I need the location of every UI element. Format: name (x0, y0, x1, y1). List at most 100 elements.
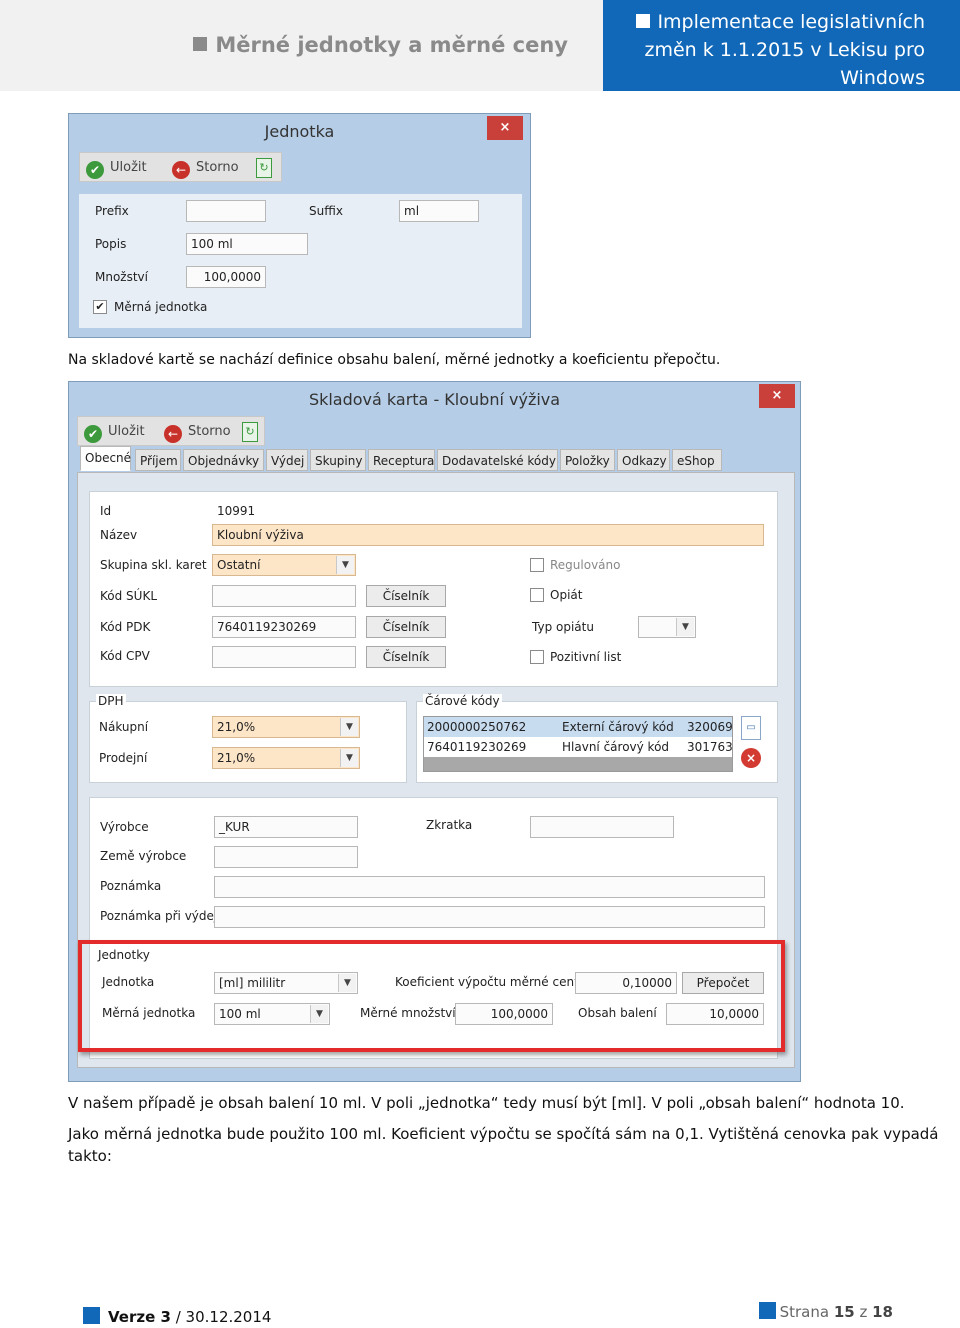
zeme-label: Země výrobce (100, 849, 187, 863)
prefix-label: Prefix (95, 204, 129, 218)
tab-obecne[interactable]: Obecné (80, 446, 131, 471)
id-value: 10991 (217, 504, 256, 518)
barcode-type: Externí čárový kód (562, 720, 674, 734)
pozitivni-list-checkbox[interactable] (530, 650, 544, 664)
new-document-icon[interactable]: ▭ (741, 716, 761, 740)
window-title: Skladová karta - Kloubní výživa (308, 390, 561, 409)
prodejni-select[interactable]: 21,0% ▼ (212, 747, 360, 769)
mnozstvi-field[interactable]: 100,0000 (186, 266, 266, 288)
window-title: Jednotka (264, 122, 335, 141)
cpv-field[interactable] (212, 646, 356, 668)
dph-group: DPH Nákupní 21,0% ▼ Prodejní 21,0% ▼ (89, 694, 407, 783)
barcode-code: 7640119230269 (427, 740, 527, 754)
footer-version: Verze 3 / 30.12.2014 (83, 1307, 271, 1326)
toolbar: ✔ Uložit ← Storno ↻ (79, 152, 282, 182)
version-label: Verze 3 (108, 1308, 171, 1326)
mnozstvi-label: Množství (95, 270, 148, 284)
nazev-field[interactable]: Kloubní výživa (212, 524, 764, 546)
tab-odkazy[interactable]: Odkazy (617, 449, 670, 471)
zeme-field[interactable] (214, 846, 358, 868)
close-button[interactable]: × (487, 116, 523, 140)
tab-bar: Obecné Příjem Objednávky Výdej Skupiny R… (77, 446, 793, 472)
refresh-icon[interactable]: ↻ (256, 158, 272, 178)
tab-polozky[interactable]: Položky (560, 449, 615, 471)
vyrobce-field[interactable]: _KUR (214, 816, 358, 838)
check-icon: ✔ (84, 425, 102, 443)
chevron-down-icon[interactable]: ▼ (340, 749, 358, 767)
merna-jednotka-checkbox[interactable]: ✔ (93, 300, 107, 314)
footer-page: Strana 15 z 18 (758, 1302, 893, 1321)
barcode-num: 301763 (687, 740, 733, 754)
barcode-type: Hlavní čárový kód (562, 740, 670, 754)
table-row[interactable]: 2000000250762 Externí čárový kód 320069 (424, 717, 733, 737)
popis-label: Popis (95, 237, 127, 251)
prodejni-label: Prodejní (99, 751, 148, 765)
cancel-button[interactable]: ← Storno (164, 422, 231, 443)
document-title-text: Implementace legislativních změn k 1.1.2… (644, 11, 925, 89)
tab-skupiny[interactable]: Skupiny (310, 449, 366, 471)
regulovano-label: Regulováno (550, 558, 621, 572)
jednotka-form: Prefix Suffix ml Popis 100 ml Množství 1… (79, 194, 522, 328)
tab-objednavky[interactable]: Objednávky (183, 449, 264, 471)
chevron-down-icon[interactable]: ▼ (676, 618, 694, 636)
section-title: Měrné jednotky a měrné ceny (193, 33, 568, 57)
delete-icon[interactable]: × (741, 748, 761, 768)
tab-dodavatelske-kody[interactable]: Dodavatelské kódy (437, 449, 558, 471)
prefix-field[interactable] (186, 200, 266, 222)
vyrobce-label: Výrobce (100, 820, 149, 834)
poznamka-vydej-field[interactable] (214, 906, 765, 928)
barcode-code: 2000000250762 (427, 720, 527, 734)
tab-eshop[interactable]: eShop (672, 449, 722, 471)
typ-opiatu-select[interactable]: ▼ (638, 616, 696, 638)
save-label: Uložit (108, 424, 145, 439)
save-button[interactable]: ✔ Uložit (84, 422, 145, 443)
poznamka-field[interactable] (214, 876, 765, 898)
id-label: Id (100, 504, 112, 518)
merna-jednotka-label: Měrná jednotka (114, 300, 208, 314)
pdk-label: Kód PDK (100, 620, 151, 634)
opiat-checkbox[interactable] (530, 588, 544, 602)
nakupni-select[interactable]: 21,0% ▼ (212, 716, 360, 738)
tab-receptura[interactable]: Receptura (368, 449, 435, 471)
toolbar: ✔ Uložit ← Storno ↻ (77, 416, 265, 446)
refresh-icon[interactable]: ↻ (242, 422, 258, 442)
regulovano-checkbox[interactable] (530, 558, 544, 572)
paragraph-2: V našem případě je obsah balení 10 ml. V… (68, 1094, 905, 1112)
barcodes-table: 2000000250762 Externí čárový kód 320069 … (423, 716, 733, 772)
header-right-band: Implementace legislativních změn k 1.1.2… (603, 0, 960, 91)
skupina-select[interactable]: Ostatní ▼ (212, 554, 356, 576)
poznamka-vydej-label: Poznámka při výdeji (100, 909, 221, 923)
page-label: Strana (779, 1303, 830, 1321)
table-row[interactable]: 7640119230269 Hlavní čárový kód 301763 (424, 737, 733, 757)
tab-prijem[interactable]: Příjem (135, 449, 181, 471)
zkratka-field[interactable] (530, 816, 674, 838)
save-button[interactable]: ✔ Uložit (86, 158, 147, 179)
table-footer (424, 757, 732, 771)
prodejni-value: 21,0% (217, 751, 256, 765)
chevron-down-icon[interactable]: ▼ (336, 556, 354, 574)
square-icon (758, 1302, 776, 1319)
cpv-label: Kód CPV (100, 649, 150, 663)
header-left-band: Měrné jednotky a měrné ceny (0, 0, 603, 91)
pozitivni-list-label: Pozitivní list (550, 650, 622, 664)
chevron-down-icon[interactable]: ▼ (340, 718, 358, 736)
ciselnik-cpv-button[interactable]: Číselník (366, 646, 446, 668)
tab-vydej[interactable]: Výdej (266, 449, 308, 471)
page-separator: z (859, 1303, 868, 1321)
sukl-field[interactable] (212, 585, 356, 607)
cancel-label: Storno (188, 424, 231, 439)
ciselnik-pdk-button[interactable]: Číselník (366, 616, 446, 638)
zkratka-label: Zkratka (426, 818, 473, 832)
suffix-field[interactable]: ml (399, 200, 479, 222)
square-icon (636, 14, 651, 28)
paragraph-1: Na skladové kartě se nachází definice ob… (68, 352, 721, 368)
page-current: 15 (833, 1303, 855, 1321)
ciselnik-sukl-button[interactable]: Číselník (366, 585, 446, 607)
popis-field[interactable]: 100 ml (186, 233, 308, 255)
skupina-value: Ostatní (217, 558, 261, 572)
close-button[interactable]: × (759, 384, 795, 408)
sukl-label: Kód SÚKL (100, 589, 157, 603)
document-title: Implementace legislativních změn k 1.1.2… (625, 8, 925, 92)
cancel-button[interactable]: ← Storno (172, 158, 239, 179)
pdk-field[interactable]: 7640119230269 (212, 616, 356, 638)
